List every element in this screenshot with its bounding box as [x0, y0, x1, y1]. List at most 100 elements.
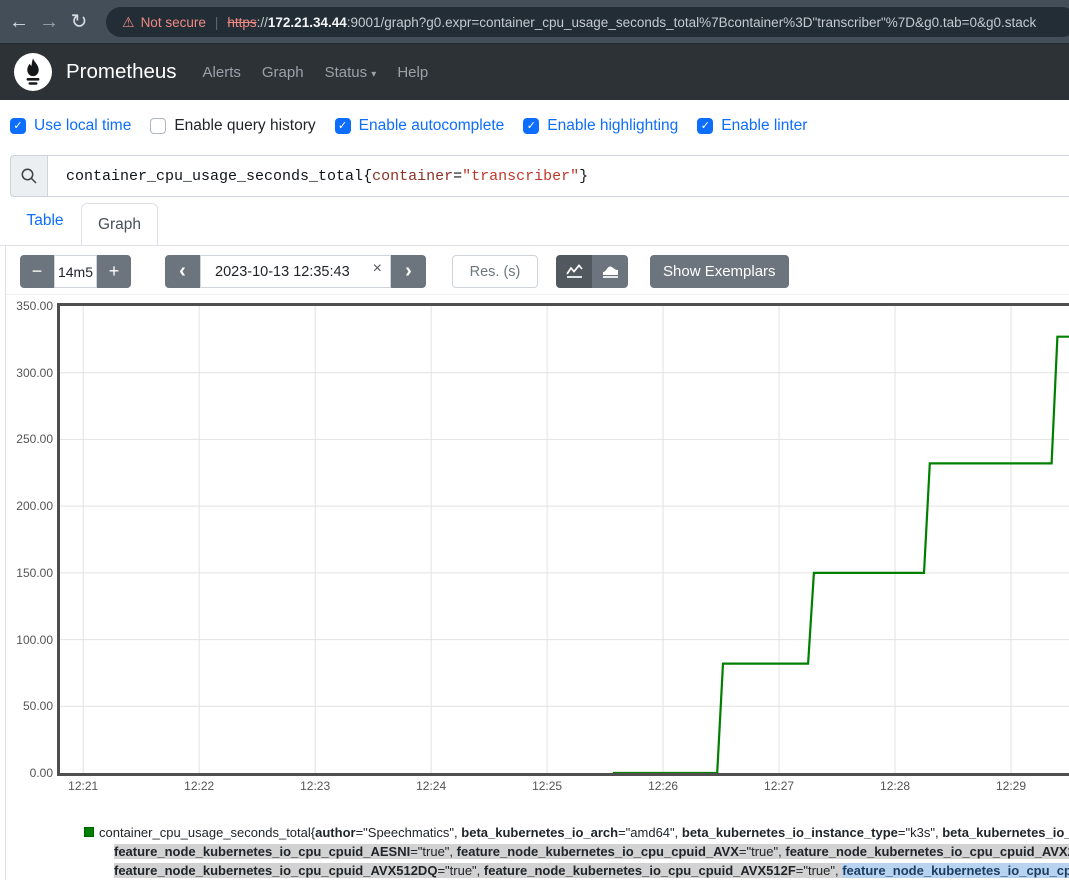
- checkbox-box[interactable]: [150, 118, 166, 134]
- checkbox-enable-linter[interactable]: ✓ Enable linter: [697, 117, 807, 135]
- checkbox-enable-query-history[interactable]: Enable query history: [150, 117, 315, 135]
- x-axis-label: 12:25: [522, 779, 572, 793]
- duration-increase-button[interactable]: +: [97, 255, 131, 288]
- checkbox-label: Use local time: [34, 117, 131, 135]
- time-forward-button[interactable]: ›: [391, 255, 426, 288]
- legend-segment: feature_node_kubernetes_io_cpu_cpuid_AES…: [114, 844, 410, 859]
- nav-link-status-label: Status: [325, 64, 368, 81]
- tab-graph[interactable]: Graph: [81, 203, 158, 245]
- x-axis-label: 12:23: [290, 779, 340, 793]
- chart-legend: container_cpu_usage_seconds_total{author…: [84, 823, 1069, 880]
- datetime-input[interactable]: [200, 255, 391, 288]
- query-token: container_cpu_usage_seconds_total: [66, 168, 363, 185]
- chart-plot-area[interactable]: [57, 303, 1069, 776]
- x-axis-label: 12:26: [638, 779, 688, 793]
- legend-segment: beta_kubernetes_io_os: [942, 825, 1069, 840]
- duration-input[interactable]: [54, 255, 97, 288]
- warning-icon: ⚠: [122, 14, 135, 31]
- x-axis-label: 12:21: [58, 779, 108, 793]
- y-axis-label: 150.00: [0, 566, 53, 580]
- duration-decrease-button[interactable]: −: [20, 255, 54, 288]
- line-chart-toggle-button[interactable]: [556, 255, 592, 288]
- tab-table[interactable]: Table: [12, 212, 78, 230]
- query-expression[interactable]: container_cpu_usage_seconds_total{contai…: [48, 155, 1069, 197]
- legend-segment: feature_node_kubernetes_io_cpu_cpuid_AVX: [457, 844, 739, 859]
- query-token: =: [453, 168, 462, 185]
- time-back-button[interactable]: ‹: [165, 255, 200, 288]
- nav-link-help[interactable]: Help: [397, 64, 428, 81]
- clear-icon[interactable]: ×: [373, 260, 382, 278]
- checkbox-label: Enable highlighting: [547, 117, 678, 135]
- options-row: ✓ Use local time Enable query history ✓ Enab…: [10, 113, 807, 139]
- panel-border: [5, 246, 6, 880]
- browser-back-icon[interactable]: ←: [4, 12, 34, 32]
- checkbox-box[interactable]: ✓: [10, 118, 26, 134]
- checkbox-label: Enable autocomplete: [359, 117, 505, 135]
- legend-line: feature_node_kubernetes_io_cpu_cpuid_AES…: [99, 842, 1069, 861]
- y-axis-label: 100.00: [0, 633, 53, 647]
- x-axis-label: 12:29: [986, 779, 1036, 793]
- legend-segment: ="true",: [796, 863, 842, 878]
- checkbox-enable-autocomplete[interactable]: ✓ Enable autocomplete: [335, 117, 505, 135]
- y-axis-label: 300.00: [0, 366, 53, 380]
- browser-forward-icon[interactable]: →: [34, 12, 64, 32]
- show-exemplars-button[interactable]: Show Exemplars: [650, 255, 789, 288]
- query-token: {: [363, 168, 372, 185]
- legend-segment: feature_node_kubernetes_io_cpu_cpuid_AVX…: [484, 863, 796, 878]
- checkbox-box[interactable]: ✓: [335, 118, 351, 134]
- checkbox-box[interactable]: ✓: [523, 118, 539, 134]
- y-axis-label: 250.00: [0, 432, 53, 446]
- line-chart-icon: [566, 264, 583, 279]
- checkbox-label: Enable linter: [721, 117, 807, 135]
- nav-link-status[interactable]: Status ▾: [325, 64, 377, 81]
- legend-segment: author: [315, 825, 355, 840]
- nav-link-graph[interactable]: Graph: [262, 64, 304, 81]
- resolution-input[interactable]: [452, 255, 538, 288]
- checkbox-box[interactable]: ✓: [697, 118, 713, 134]
- not-secure-label[interactable]: Not secure: [141, 15, 206, 30]
- x-axis-label: 12:24: [406, 779, 456, 793]
- prometheus-navbar: Prometheus Alerts Graph Status ▾ Help: [0, 44, 1069, 100]
- tabs-divider: [0, 245, 1069, 246]
- query-token: }: [579, 168, 588, 185]
- x-axis-label: 12:28: [870, 779, 920, 793]
- controls-divider: [6, 294, 1069, 295]
- query-token: container: [372, 168, 453, 185]
- checkbox-use-local-time[interactable]: ✓ Use local time: [10, 117, 131, 135]
- app: ← → ↻ ⚠ Not secure | https://172.21.34.4…: [0, 0, 1069, 880]
- chevron-down-icon: ▾: [371, 69, 376, 80]
- checkbox-label: Enable query history: [174, 117, 315, 135]
- y-axis-label: 50.00: [0, 699, 53, 713]
- prometheus-logo[interactable]: [14, 53, 52, 91]
- x-axis-label: 12:27: [754, 779, 804, 793]
- address-bar[interactable]: ⚠ Not secure | https://172.21.34.44:9001…: [106, 7, 1069, 37]
- stacked-chart-toggle-button[interactable]: [592, 255, 628, 288]
- search-icon: [10, 155, 48, 197]
- legend-segment: feature_node_kubernetes_io_cpu_cpuid_AVX…: [842, 863, 1069, 878]
- url-segment: ://: [257, 15, 268, 30]
- legend-line: container_cpu_usage_seconds_total{author…: [99, 823, 1069, 842]
- legend-segment: container_cpu_usage_seconds_total{: [99, 825, 315, 840]
- url-segment: 172.21.34.44: [268, 15, 347, 30]
- y-axis-label: 350.00: [0, 299, 53, 313]
- checkbox-enable-highlighting[interactable]: ✓ Enable highlighting: [523, 117, 678, 135]
- query-input-group: container_cpu_usage_seconds_total{contai…: [10, 155, 1069, 197]
- chart-svg: [60, 306, 1069, 773]
- browser-reload-icon[interactable]: ↻: [64, 12, 94, 32]
- url-text[interactable]: https://172.21.34.44:9001/graph?g0.expr=…: [227, 15, 1036, 30]
- legend-segment: beta_kubernetes_io_arch: [461, 825, 618, 840]
- nav-link-alerts[interactable]: Alerts: [203, 64, 241, 81]
- legend-segment: ="true",: [437, 863, 483, 878]
- datetime-wrapper: ×: [200, 255, 391, 288]
- legend-segment: beta_kubernetes_io_instance_type: [682, 825, 898, 840]
- legend-item[interactable]: container_cpu_usage_seconds_total{author…: [84, 823, 1069, 880]
- url-segment: https: [227, 15, 256, 30]
- legend-segment: ="true",: [739, 844, 785, 859]
- legend-segment: ="Speechmatics",: [356, 825, 462, 840]
- legend-segment: feature_node_kubernetes_io_cpu_cpuid_AVX…: [785, 844, 1069, 859]
- y-axis-label: 0.00: [0, 766, 53, 780]
- legend-segment: feature_node_kubernetes_io_cpu_cpuid_AVX…: [114, 863, 437, 878]
- legend-line: feature_node_kubernetes_io_cpu_cpuid_AVX…: [99, 861, 1069, 880]
- x-axis-label: 12:22: [174, 779, 224, 793]
- brand-title[interactable]: Prometheus: [66, 60, 177, 84]
